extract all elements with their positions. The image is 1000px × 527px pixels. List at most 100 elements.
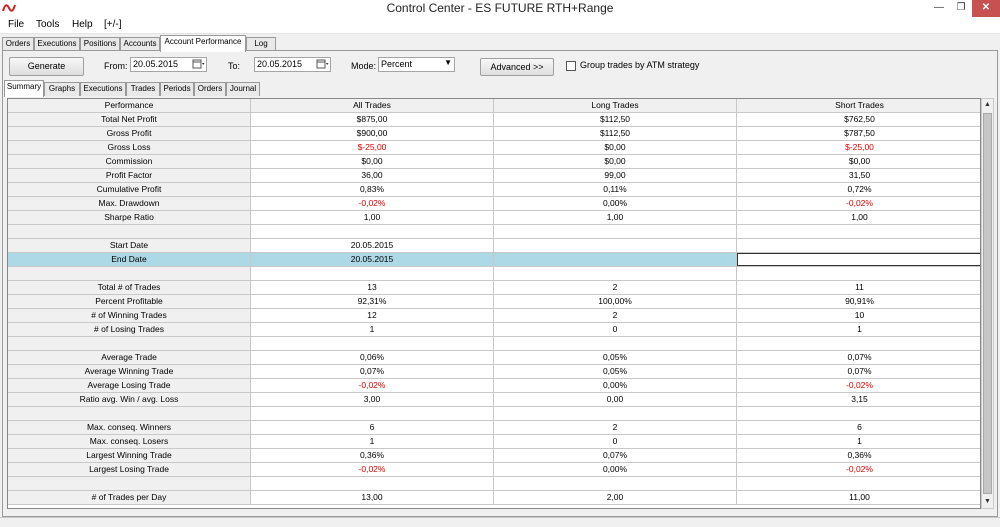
row-label[interactable]: Gross Loss [8, 141, 251, 154]
table-cell[interactable]: 90,91% [737, 295, 980, 308]
table-cell[interactable]: $0,00 [494, 141, 737, 154]
row-label[interactable]: Total Net Profit [8, 113, 251, 126]
table-cell[interactable]: $900,00 [251, 127, 494, 140]
table-cell[interactable] [494, 477, 737, 490]
scroll-thumb[interactable] [983, 113, 992, 494]
table-row-spacer[interactable] [8, 407, 980, 421]
calendar-icon[interactable] [316, 59, 329, 69]
table-cell[interactable]: 0,06% [251, 351, 494, 364]
table-cell[interactable]: 2 [494, 309, 737, 322]
table-cell[interactable]: 0,36% [251, 449, 494, 462]
table-cell[interactable]: 0,05% [494, 351, 737, 364]
table-cell[interactable]: 6 [737, 421, 980, 434]
row-label[interactable]: Average Trade [8, 351, 251, 364]
table-cell[interactable]: 0,00 [494, 393, 737, 406]
row-label[interactable] [8, 477, 251, 490]
table-cell[interactable]: 0,00% [494, 379, 737, 392]
table-cell[interactable]: 0,83% [251, 183, 494, 196]
table-cell[interactable]: 10 [737, 309, 980, 322]
table-cell[interactable]: 2 [494, 281, 737, 294]
table-row[interactable]: Largest Winning Trade 0,36% 0,07% 0,36% [8, 449, 980, 463]
table-row[interactable]: Max. Drawdown -0,02% 0,00% -0,02% [8, 197, 980, 211]
row-label[interactable]: End Date [8, 253, 251, 266]
row-label[interactable]: Largest Losing Trade [8, 463, 251, 476]
table-cell[interactable]: 2,00 [494, 491, 737, 504]
table-row-spacer[interactable] [8, 337, 980, 351]
table-row-spacer[interactable] [8, 225, 980, 239]
from-date-field[interactable]: 20.05.2015 [130, 57, 207, 72]
tab-log[interactable]: Log [246, 37, 276, 51]
row-label[interactable]: Max. conseq. Winners [8, 421, 251, 434]
table-cell[interactable] [737, 239, 980, 252]
table-cell[interactable]: $112,50 [494, 113, 737, 126]
table-cell[interactable]: 3,15 [737, 393, 980, 406]
table-row[interactable]: Average Losing Trade -0,02% 0,00% -0,02% [8, 379, 980, 393]
table-cell[interactable]: $0,00 [737, 155, 980, 168]
table-cell[interactable]: 0,36% [737, 449, 980, 462]
scroll-up-icon[interactable]: ▲ [982, 99, 993, 111]
table-row[interactable]: Percent Profitable 92,31% 100,00% 90,91% [8, 295, 980, 309]
table-row[interactable]: Start Date 20.05.2015 [8, 239, 980, 253]
row-label[interactable]: Start Date [8, 239, 251, 252]
table-row-spacer[interactable] [8, 267, 980, 281]
table-cell[interactable]: $0,00 [494, 155, 737, 168]
close-button[interactable]: ✕ [972, 0, 1000, 17]
table-cell[interactable] [737, 225, 980, 238]
header-all-trades[interactable]: All Trades [251, 99, 494, 112]
table-row[interactable]: Average Trade 0,06% 0,05% 0,07% [8, 351, 980, 365]
table-cell[interactable] [494, 253, 737, 266]
to-date-field[interactable]: 20.05.2015 [254, 57, 331, 72]
row-label[interactable]: Average Losing Trade [8, 379, 251, 392]
table-cell[interactable] [251, 225, 494, 238]
table-cell[interactable]: 1,00 [494, 211, 737, 224]
table-cell[interactable]: 0,05% [494, 365, 737, 378]
vertical-scrollbar[interactable]: ▲ ▼ [981, 98, 994, 509]
table-cell[interactable]: 31,50 [737, 169, 980, 182]
row-label[interactable]: Ratio avg. Win / avg. Loss [8, 393, 251, 406]
row-label[interactable]: # of Winning Trades [8, 309, 251, 322]
table-row[interactable]: Cumulative Profit 0,83% 0,11% 0,72% [8, 183, 980, 197]
table-row[interactable]: # of Losing Trades 1 0 1 [8, 323, 980, 337]
row-label[interactable]: # of Trades per Day [8, 491, 251, 504]
table-cell[interactable] [251, 477, 494, 490]
header-performance[interactable]: Performance [8, 99, 251, 112]
table-cell[interactable]: $762,50 [737, 113, 980, 126]
table-row[interactable]: Profit Factor 36,00 99,00 31,50 [8, 169, 980, 183]
table-cell[interactable]: 0,07% [251, 365, 494, 378]
table-cell[interactable]: 3,00 [251, 393, 494, 406]
row-label[interactable]: Cumulative Profit [8, 183, 251, 196]
table-cell[interactable] [737, 267, 980, 280]
table-cell[interactable]: 11,00 [737, 491, 980, 504]
tab-executions[interactable]: Executions [34, 37, 80, 51]
table-row[interactable]: Sharpe Ratio 1,00 1,00 1,00 [8, 211, 980, 225]
tab-graphs[interactable]: Graphs [44, 82, 80, 96]
table-cell[interactable] [494, 225, 737, 238]
table-cell[interactable]: 1 [251, 435, 494, 448]
tab-orders[interactable]: Orders [2, 37, 34, 51]
table-cell[interactable] [737, 407, 980, 420]
row-label[interactable] [8, 225, 251, 238]
table-cell[interactable]: 12 [251, 309, 494, 322]
table-cell[interactable] [251, 407, 494, 420]
table-cell[interactable] [494, 407, 737, 420]
table-row[interactable]: Max. conseq. Losers 1 0 1 [8, 435, 980, 449]
scroll-down-icon[interactable]: ▼ [982, 496, 993, 508]
row-label[interactable]: Commission [8, 155, 251, 168]
menu-help[interactable]: Help [72, 19, 93, 30]
header-short-trades[interactable]: Short Trades [737, 99, 980, 112]
table-row[interactable]: Largest Losing Trade -0,02% 0,00% -0,02% [8, 463, 980, 477]
table-cell[interactable]: 2 [494, 421, 737, 434]
table-cell[interactable] [494, 239, 737, 252]
table-cell[interactable] [494, 267, 737, 280]
restore-button[interactable]: ❐ [950, 0, 972, 17]
table-row[interactable]: Gross Loss $-25,00 $0,00 $-25,00 [8, 141, 980, 155]
row-label[interactable] [8, 267, 251, 280]
table-row[interactable]: Gross Profit $900,00 $112,50 $787,50 [8, 127, 980, 141]
table-cell[interactable]: 0 [494, 323, 737, 336]
table-cell[interactable]: $787,50 [737, 127, 980, 140]
table-cell[interactable]: 11 [737, 281, 980, 294]
table-cell[interactable]: 20.05.2015 [251, 253, 494, 266]
table-cell[interactable]: 0,00% [494, 197, 737, 210]
table-cell[interactable]: -0,02% [251, 463, 494, 476]
tab-accounts[interactable]: Accounts [120, 37, 160, 51]
